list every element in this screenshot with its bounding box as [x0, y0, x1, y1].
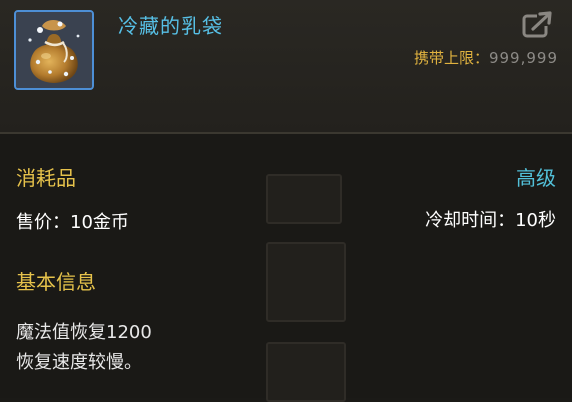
cooldown-value: 10秒	[515, 210, 556, 231]
background-slot	[266, 174, 342, 224]
carry-limit: 携带上限：999,999	[414, 47, 558, 68]
item-tooltip: 冷藏的乳袋 携带上限：999,999 消耗品 高级 售价：10金币 冷却时间：1…	[0, 0, 572, 402]
background-slot	[266, 242, 346, 322]
price-label: 售价：	[16, 212, 70, 233]
milk-pouch-icon	[16, 12, 92, 88]
basic-info-title: 基本信息	[16, 270, 96, 294]
tooltip-header: 冷藏的乳袋 携带上限：999,999	[0, 0, 572, 132]
item-name: 冷藏的乳袋	[118, 14, 223, 38]
carry-limit-value: 999,999	[488, 49, 558, 67]
price-value: 10金币	[70, 212, 129, 233]
item-cooldown: 冷却时间：10秒	[425, 206, 556, 232]
item-icon-frame	[14, 10, 94, 90]
share-button[interactable]	[521, 10, 555, 40]
cooldown-label: 冷却时间：	[425, 210, 516, 231]
basic-info-line: 恢复速度较慢。	[16, 352, 142, 373]
basic-info-line: 魔法值恢复1200	[16, 322, 152, 343]
item-grade: 高级	[516, 166, 556, 190]
item-category: 消耗品	[16, 166, 76, 190]
background-slot	[266, 342, 346, 402]
item-price: 售价：10金币	[16, 208, 129, 234]
share-export-icon	[522, 11, 553, 38]
carry-limit-label: 携带上限：	[413, 49, 489, 67]
